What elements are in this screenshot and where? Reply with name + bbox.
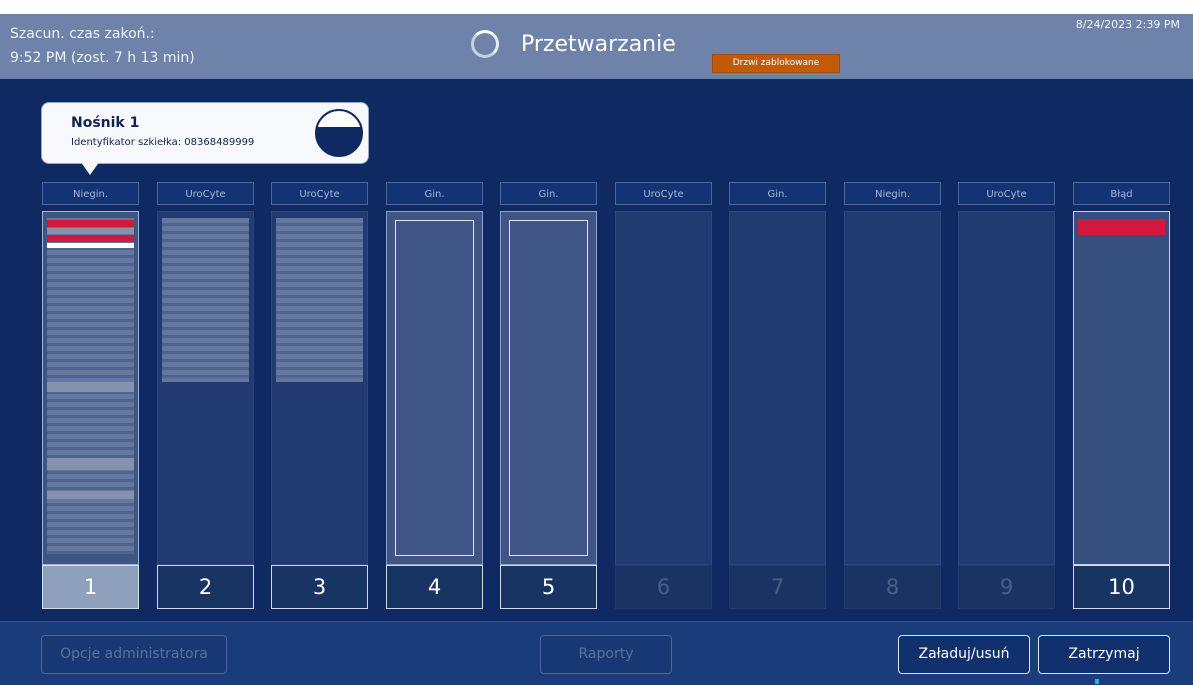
- rack-10[interactable]: Błąd 10: [1073, 182, 1170, 609]
- rack-2[interactable]: UroCyte 2: [157, 182, 254, 609]
- error-slide: [1078, 219, 1165, 235]
- rack-label: Gin.: [729, 182, 826, 205]
- top-border: [0, 0, 1193, 14]
- rack-number[interactable]: 5: [500, 565, 597, 609]
- rack-slot-body[interactable]: [157, 211, 254, 565]
- rack-slot-body[interactable]: [42, 211, 139, 565]
- rack-slot-body[interactable]: [386, 211, 483, 565]
- slide: [47, 228, 134, 234]
- rack-slot-body[interactable]: [615, 211, 712, 565]
- rack-4[interactable]: Gin. 4: [386, 182, 483, 609]
- slide: [47, 458, 134, 470]
- rack-number[interactable]: 3: [271, 565, 368, 609]
- rack-number[interactable]: 6: [615, 565, 712, 609]
- rack-label: Gin.: [386, 182, 483, 205]
- rack-slot-body[interactable]: [271, 211, 368, 565]
- rack-slot-body[interactable]: [958, 211, 1055, 565]
- header-bar: Szacun. czas zakoń.: 9:52 PM (zost. 7 h …: [0, 14, 1193, 79]
- rack-slot-body[interactable]: [500, 211, 597, 565]
- rack-label: Błąd: [1073, 182, 1170, 205]
- rack-9[interactable]: UroCyte 9: [958, 182, 1055, 609]
- tooltip-pointer: [80, 161, 100, 175]
- slide-stripes: [276, 218, 363, 382]
- rack-1[interactable]: Niegin. 1: [42, 182, 139, 609]
- error-slide: [47, 235, 134, 242]
- rack-number[interactable]: 9: [958, 565, 1055, 609]
- rack-tooltip: Nośnik 1 Identyfikator szkiełka: 0836848…: [41, 102, 369, 164]
- error-slide: [47, 220, 134, 227]
- rack-3[interactable]: UroCyte 3: [271, 182, 368, 609]
- eta-value: 9:52 PM (zost. 7 h 13 min): [10, 50, 195, 66]
- rack-label: Niegin.: [844, 182, 941, 205]
- processing-spinner-icon: [471, 30, 499, 58]
- status-title: Przetwarzanie: [521, 32, 676, 57]
- slide-frame: [395, 220, 474, 556]
- slide: [47, 491, 134, 499]
- selected-slide: [47, 243, 134, 248]
- tooltip-title: Nośnik 1: [71, 115, 140, 131]
- door-locked-badge: Drzwi zablokowane: [712, 54, 840, 73]
- bottom-toolbar: Opcje administratora Raporty Załaduj/usu…: [0, 621, 1193, 685]
- rack-number[interactable]: 10: [1073, 565, 1170, 609]
- tooltip-slide-id: Identyfikator szkiełka: 08368489999: [71, 137, 255, 148]
- half-filled-circle-icon: [315, 109, 363, 157]
- rack-slot-body[interactable]: [729, 211, 826, 565]
- rack-7[interactable]: Gin. 7: [729, 182, 826, 609]
- focus-indicator: [1095, 679, 1099, 684]
- rack-number[interactable]: 4: [386, 565, 483, 609]
- datetime: 8/24/2023 2:39 PM: [1075, 18, 1180, 31]
- rack-6[interactable]: UroCyte 6: [615, 182, 712, 609]
- rack-number[interactable]: 8: [844, 565, 941, 609]
- rack-5[interactable]: Gin. 5: [500, 182, 597, 609]
- rack-label: UroCyte: [271, 182, 368, 205]
- slide-stripes: [162, 218, 249, 382]
- eta-label: Szacun. czas zakoń.:: [10, 26, 155, 42]
- reports-button[interactable]: Raporty: [540, 635, 672, 674]
- rack-label: Gin.: [500, 182, 597, 205]
- rack-label: Niegin.: [42, 182, 139, 205]
- rack-number[interactable]: 1: [42, 565, 139, 609]
- rack-slot-body[interactable]: [1073, 211, 1170, 565]
- rack-label: UroCyte: [157, 182, 254, 205]
- rack-slot-body[interactable]: [844, 211, 941, 565]
- rack-8[interactable]: Niegin. 8: [844, 182, 941, 609]
- rack-number[interactable]: 2: [157, 565, 254, 609]
- rack-label: UroCyte: [615, 182, 712, 205]
- stop-button[interactable]: Zatrzymaj: [1038, 635, 1170, 674]
- rack-number[interactable]: 7: [729, 565, 826, 609]
- rack-label: UroCyte: [958, 182, 1055, 205]
- load-unload-button[interactable]: Załaduj/usuń: [898, 635, 1030, 674]
- slide-frame: [509, 220, 588, 556]
- slide: [47, 382, 134, 392]
- admin-options-button[interactable]: Opcje administratora: [41, 635, 227, 674]
